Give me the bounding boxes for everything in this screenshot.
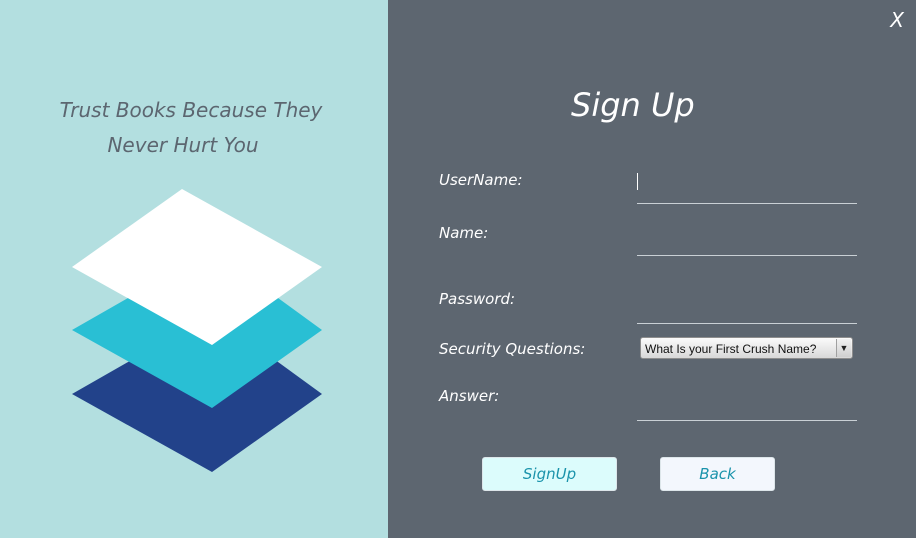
signup-panel: X Sign Up UserName: Name: Password: Secu… <box>388 0 916 538</box>
chevron-down-icon[interactable]: ▼ <box>836 339 851 357</box>
answer-field[interactable] <box>637 394 857 421</box>
text-cursor <box>637 173 638 190</box>
username-label: UserName: <box>439 171 523 189</box>
stacked-layers-icon <box>72 189 322 472</box>
password-field[interactable] <box>637 297 857 324</box>
left-panel: Trust Books Because They Never Hurt You <box>0 0 388 538</box>
close-button[interactable]: X <box>890 8 904 32</box>
password-label: Password: <box>439 290 516 308</box>
username-field[interactable] <box>637 177 857 204</box>
name-label: Name: <box>439 224 489 242</box>
tagline-line-1: Trust Books Because They <box>59 98 323 122</box>
back-button[interactable]: Back <box>660 457 775 491</box>
security-question-value: What Is your First Crush Name? <box>645 342 817 356</box>
signup-button[interactable]: SignUp <box>482 457 617 491</box>
security-question-select[interactable]: What Is your First Crush Name? ▼ <box>640 337 853 359</box>
answer-label: Answer: <box>439 387 500 405</box>
tagline-line-2: Never Hurt You <box>107 133 259 157</box>
page-title: Sign Up <box>571 86 695 124</box>
security-questions-label: Security Questions: <box>439 340 586 358</box>
name-field[interactable] <box>637 229 857 256</box>
